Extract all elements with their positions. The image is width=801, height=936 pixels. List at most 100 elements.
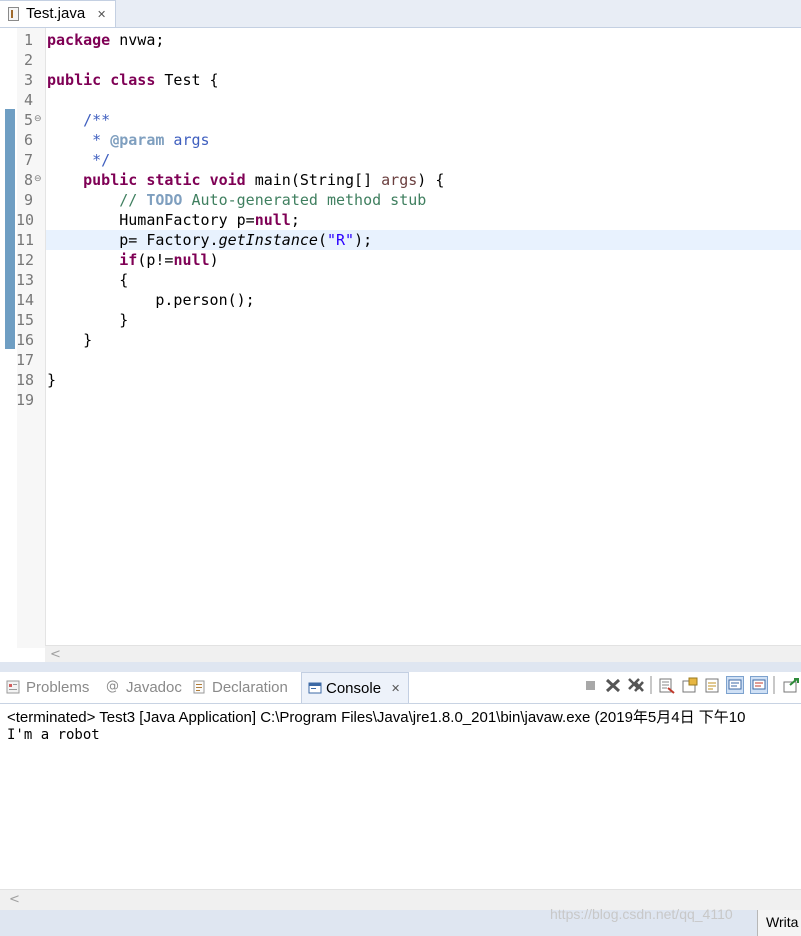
line-number: 6 [23,131,33,149]
code-line[interactable]: 8 ⊖ public static void main(String[] args… [24,170,801,190]
remove-launch-icon[interactable] [604,676,622,694]
tab-declaration[interactable]: Declaration [192,672,298,703]
javadoc-at-icon: @ [106,679,119,694]
line-number: 15 [16,311,35,329]
code-token: ) { [417,171,445,189]
code-line[interactable]: 12 if(p!=null) [16,250,801,270]
pin-console-icon[interactable] [782,676,800,694]
close-icon[interactable]: ✕ [391,682,400,695]
console-output[interactable]: I'm a robot [7,727,100,743]
scroll-left-icon[interactable]: < [9,892,20,907]
code-token: */ [47,151,111,169]
code-line[interactable]: 7 */ [24,150,801,170]
code-text: HumanFactory p=null; [47,211,300,229]
code-line[interactable]: 16 } [16,330,801,350]
code-token: Auto-generated method stub [182,191,427,209]
code-text: p= Factory.getInstance("R"); [47,231,372,249]
code-token: if [119,251,138,269]
code-token: } [47,331,93,349]
code-line[interactable]: 11 p= Factory.getInstance("R"); [16,230,801,250]
overview-ruler [0,28,17,648]
show-on-stdout-icon[interactable] [726,676,744,694]
tab-problems[interactable]: Problems [6,672,98,703]
fold-toggle-icon[interactable]: ⊖ [34,114,42,124]
code-line[interactable]: 14 p.person(); [16,290,801,310]
code-line[interactable]: 4 [24,90,801,110]
code-line[interactable]: 2 [24,50,801,70]
scroll-lock-icon[interactable] [681,676,699,694]
tab-javadoc[interactable]: @ Javadoc [106,672,186,703]
code-text: /** [47,111,110,129]
code-token: p= Factory. [47,231,219,249]
code-token: ); [354,231,373,249]
line-number: 1 [23,31,33,49]
toolbar-separator [650,676,652,694]
code-token: ) [209,251,219,269]
code-token: public [83,171,138,189]
code-token: null [173,251,210,269]
code-token: args [164,131,210,149]
code-token: } [47,311,129,329]
change-marker [5,109,15,349]
code-text: { [47,271,128,289]
code-line[interactable]: 18} [16,370,801,390]
scroll-left-icon[interactable]: < [50,647,61,662]
code-line[interactable]: 19 [16,390,801,410]
code-token: main(String[] [245,171,382,189]
declaration-icon [193,680,205,694]
code-token: HumanFactory p= [47,211,255,229]
panel-sash[interactable] [0,662,801,672]
code-line[interactable]: 9 // TODO Auto-generated method stub [24,190,801,210]
editor-tab-test-java[interactable]: Test.java ✕ [0,0,116,27]
clear-console-icon[interactable] [658,676,676,694]
fold-toggle-icon[interactable]: ⊖ [34,174,42,184]
code-token: p.person(); [47,291,255,309]
code-token: TODO [146,191,183,209]
code-text: // TODO Auto-generated method stub [47,191,426,209]
code-line[interactable]: 17 [16,350,801,370]
tab-label: Declaration [212,679,288,696]
code-editor[interactable]: 1 package nvwa; 2 3 public class Test {4 5 ⊖ /… [16,28,801,646]
code-token: "R" [326,231,355,249]
code-text: p.person(); [47,291,255,309]
code-line[interactable]: 1 package nvwa; [24,30,801,50]
console-status-line: <terminated> Test3 [Java Application] C:… [7,709,746,726]
code-token: public [47,71,102,89]
tab-label: Problems [26,679,90,696]
problems-icon [6,680,20,694]
code-text: } [47,371,56,389]
code-line[interactable]: 15 } [16,310,801,330]
line-number: 10 [16,211,35,229]
code-line[interactable]: 13 { [16,270,801,290]
code-line[interactable]: 5 ⊖ /** [24,110,801,130]
code-token: (p!= [137,251,174,269]
code-token: static [146,171,201,189]
editor-tab-strip: Test.java ✕ [0,0,801,28]
tab-console[interactable]: Console ✕ [301,672,409,703]
line-number: 2 [23,51,33,69]
terminate-icon[interactable] [582,676,600,694]
line-number: 17 [16,351,35,369]
remove-all-terminated-icon[interactable] [627,676,645,694]
code-text: } [47,311,128,329]
code-token: getInstance [218,231,318,249]
show-on-stderr-icon[interactable] [750,676,768,694]
code-line[interactable]: 10 HumanFactory p=null; [16,210,801,230]
code-line[interactable]: 6 * @param args [24,130,801,150]
code-line[interactable]: 3 public class Test { [24,70,801,90]
close-icon[interactable]: ✕ [97,8,106,21]
line-number: 4 [23,91,33,109]
line-number: 19 [16,391,35,409]
line-number: 7 [23,151,33,169]
word-wrap-icon[interactable] [704,676,722,694]
line-number: 3 [23,71,33,89]
code-text: * @param args [47,131,210,149]
status-insert-mode: Writa [757,910,801,936]
editor-horizontal-scrollbar[interactable]: < [45,645,801,663]
code-text: package nvwa; [47,31,164,49]
line-number: 16 [16,331,35,349]
line-number: 13 [16,271,35,289]
